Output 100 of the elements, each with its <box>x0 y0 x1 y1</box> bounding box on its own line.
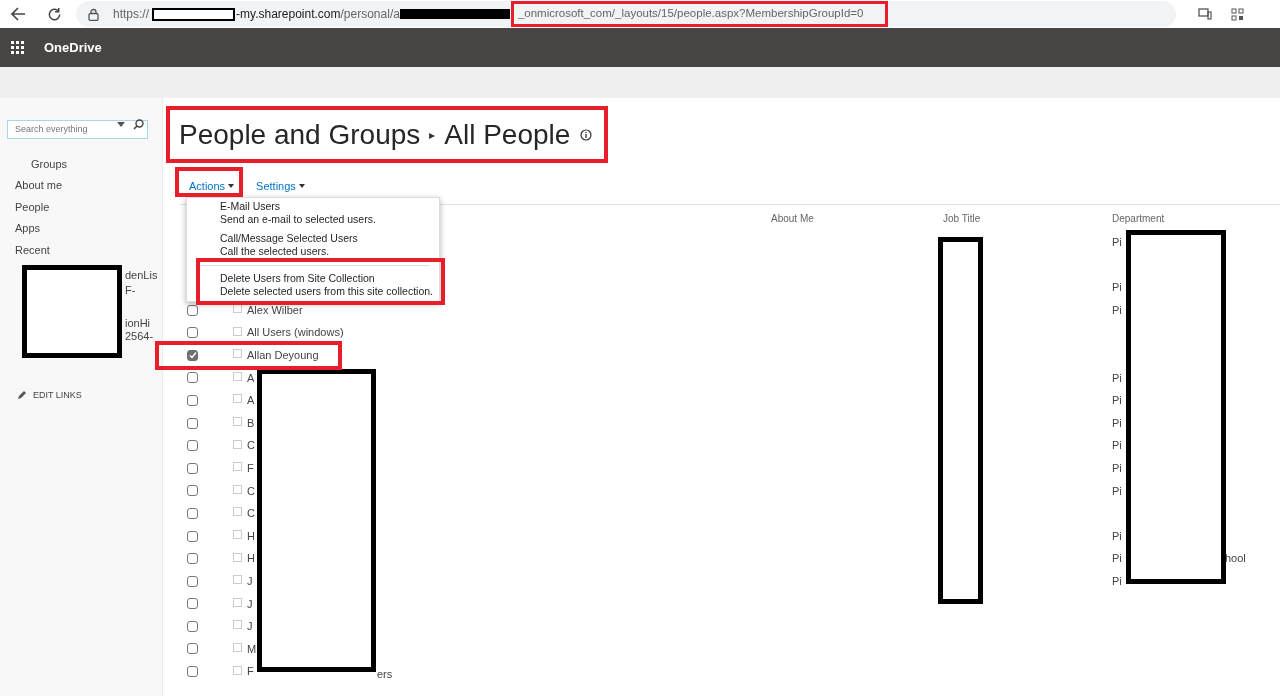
person-name[interactable]: B <box>247 414 255 432</box>
url-text: /personal/a <box>340 6 400 23</box>
row-checkbox[interactable] <box>187 327 198 339</box>
row-checkbox[interactable] <box>187 553 198 565</box>
person-name[interactable]: A <box>247 369 255 387</box>
row-checkbox[interactable] <box>187 575 198 587</box>
actions-menu-button[interactable]: Actions <box>189 177 235 195</box>
person-name[interactable]: A <box>247 392 255 409</box>
person-name[interactable]: C <box>247 482 255 500</box>
column-header[interactable]: About Me <box>771 212 814 224</box>
nav-link[interactable]: About me <box>15 177 63 194</box>
person-name[interactable]: H <box>247 550 255 567</box>
department-text: Pi <box>1112 573 1122 589</box>
person-name[interactable]: C <box>247 505 255 522</box>
address-bar[interactable]: https:// -my.sharepoint.com/personal/a _onmicrosoft_com/_layouts/15/people.aspx?MembershipGroupId=0 <box>76 1 1176 27</box>
row-checkbox[interactable] <box>187 643 198 655</box>
square-icon <box>233 575 242 585</box>
column-header[interactable]: Department <box>1112 212 1165 224</box>
department-text: Pi <box>1112 415 1122 431</box>
menu-item-description: Call the selected users. <box>220 245 330 258</box>
square-icon <box>233 326 242 336</box>
back-icon[interactable] <box>11 7 26 21</box>
row-checkbox[interactable] <box>187 620 198 632</box>
row-checkbox[interactable] <box>187 530 198 542</box>
row-checkbox[interactable] <box>187 372 198 384</box>
menu-item[interactable]: E-Mail Users <box>220 200 281 213</box>
app-name[interactable]: OneDrive <box>44 37 102 58</box>
menu-item[interactable]: Call/Message Selected Users <box>220 232 358 245</box>
row-checkbox[interactable] <box>187 485 198 497</box>
caret-icon <box>228 184 235 188</box>
dropdown-caret-icon[interactable] <box>117 122 125 127</box>
row-checkbox[interactable] <box>187 440 198 452</box>
search-icon[interactable] <box>133 119 144 130</box>
department-fragment: hool <box>1225 551 1246 567</box>
square-icon <box>233 439 242 449</box>
settings-menu-button[interactable]: Settings <box>256 177 305 195</box>
row-checkbox[interactable] <box>187 394 198 406</box>
link-text-fragment: ionHi <box>125 316 152 330</box>
person-name[interactable]: J <box>247 572 253 590</box>
row-checkbox[interactable] <box>187 598 198 610</box>
highlight-frame <box>175 167 243 197</box>
row-checkbox[interactable] <box>187 462 198 474</box>
square-icon <box>233 507 242 517</box>
menu-item[interactable]: Delete Users from Site Collection <box>220 272 375 285</box>
caret-icon <box>298 184 305 188</box>
department-text: Pi <box>1112 483 1122 499</box>
person-name[interactable]: H <box>247 527 255 545</box>
row-checkbox[interactable] <box>187 666 198 678</box>
grid-icon[interactable] <box>1231 7 1244 21</box>
nav-link[interactable]: Groups <box>31 155 68 172</box>
app-launcher-icon[interactable] <box>11 41 24 54</box>
square-icon <box>233 665 242 675</box>
person-name[interactable]: F <box>247 460 254 477</box>
department-text: Pi <box>1112 528 1122 544</box>
url-text: _onmicrosoft_com/_layouts/15/people.aspx?MembershipGroupId=0 <box>517 6 864 22</box>
nav-link[interactable]: Apps <box>15 220 41 237</box>
reload-icon[interactable] <box>47 6 62 22</box>
lock-icon <box>88 7 99 21</box>
square-icon <box>233 371 242 381</box>
nav-link[interactable]: Recent <box>15 241 50 258</box>
square-icon <box>233 597 242 607</box>
column-header[interactable]: Job Title <box>943 212 981 224</box>
square-icon <box>233 643 242 652</box>
search-field[interactable]: Search everything <box>7 119 148 139</box>
person-name[interactable]: All Users (windows) <box>247 324 344 341</box>
pencil-icon[interactable] <box>17 390 27 401</box>
square-icon <box>233 417 242 427</box>
link-text-fragment: 2564- <box>125 329 155 343</box>
person-name[interactable]: F <box>247 663 254 680</box>
menu-item-description: Send an e-mail to selected users. <box>220 213 376 226</box>
square-icon <box>233 462 242 472</box>
square-icon <box>233 620 242 630</box>
row-checkbox[interactable] <box>187 304 198 316</box>
url-text: -my.sharepoint.com <box>236 6 341 23</box>
square-icon <box>233 394 242 404</box>
department-text: Pi <box>1112 393 1122 409</box>
row-checkbox[interactable] <box>187 417 198 429</box>
url-text: https:// <box>113 6 150 23</box>
link-text-fragment: F- <box>125 283 137 297</box>
devices-icon[interactable] <box>1198 8 1212 20</box>
person-name[interactable]: C <box>247 437 255 454</box>
square-icon <box>233 304 242 314</box>
department-text: Pi <box>1112 280 1122 296</box>
info-icon[interactable] <box>580 129 593 141</box>
department-text: Pi <box>1112 461 1122 476</box>
department-text: Pi <box>1112 302 1122 318</box>
person-name[interactable]: J <box>247 595 253 613</box>
department-text: Pi <box>1112 438 1122 454</box>
department-text: Pi <box>1112 551 1122 567</box>
person-name[interactable]: Alex Wilber <box>247 301 303 319</box>
row-checkbox[interactable] <box>187 349 198 361</box>
person-name[interactable]: M <box>247 640 257 658</box>
department-text: Pi <box>1112 370 1122 386</box>
breadcrumb-separator: ▸ <box>429 127 436 144</box>
person-name[interactable]: J <box>247 618 253 635</box>
row-checkbox[interactable] <box>187 507 198 519</box>
edit-links-link[interactable]: EDIT LINKS <box>33 388 82 402</box>
person-name-fragment: ers <box>377 667 393 683</box>
nav-link[interactable]: People <box>15 198 50 215</box>
person-name[interactable]: Allan Deyoung <box>247 347 319 364</box>
